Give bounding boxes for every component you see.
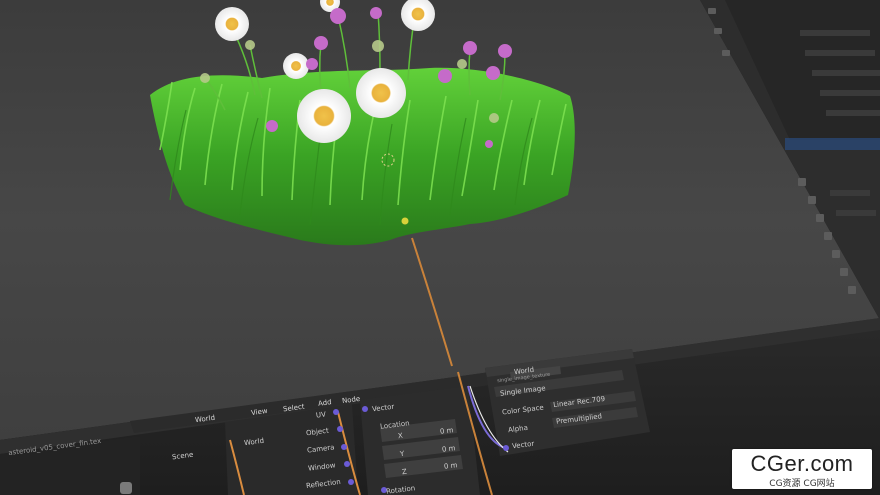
blender-screenshot: View Select Add Node World asteroid_v05_… — [0, 0, 880, 495]
watermark-sub-text: CG资源 CG网站 — [769, 479, 835, 489]
mapping-y-value[interactable]: 0 m — [442, 444, 456, 454]
mapping-y-axis[interactable]: Y — [400, 450, 405, 458]
mapping-x-axis[interactable]: X — [398, 432, 404, 441]
3d-viewport[interactable] — [0, 0, 880, 495]
watermark-logo: CGer.com CG资源 CG网站 — [732, 449, 872, 489]
mapping-x-value[interactable]: 0 m — [440, 426, 454, 436]
mapping-z-value[interactable]: 0 m — [444, 461, 458, 471]
watermark-main-text: CGer.com — [750, 451, 854, 476]
mapping-z-axis[interactable]: Z — [402, 468, 408, 477]
output-uv: UV — [315, 410, 327, 420]
